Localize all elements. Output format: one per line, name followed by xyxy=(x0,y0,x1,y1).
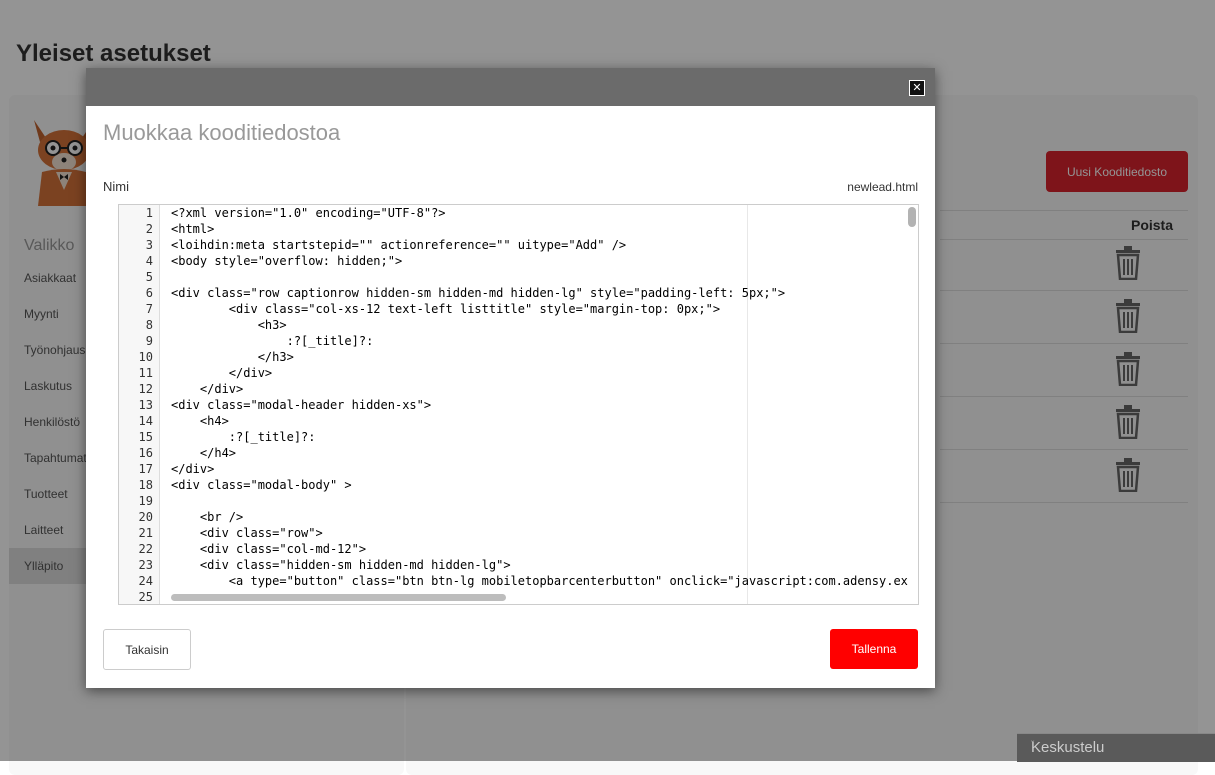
line-number: 12 xyxy=(138,382,153,396)
code-line: <div class="row captionrow hidden-sm hid… xyxy=(171,286,786,300)
edit-code-file-modal: ✕ Muokkaa kooditiedostoa Nimi newlead.ht… xyxy=(86,68,935,688)
code-line: <body style="overflow: hidden;"> xyxy=(171,254,403,268)
line-number: 24 xyxy=(138,574,153,588)
back-button[interactable]: Takaisin xyxy=(103,629,191,670)
close-icon[interactable]: ✕ xyxy=(909,80,925,96)
line-number: 23 xyxy=(138,558,153,572)
horizontal-scrollbar[interactable] xyxy=(171,594,506,601)
code-line: <loihdin:meta startstepid="" actionrefer… xyxy=(171,238,627,252)
code-line: </div> xyxy=(171,382,244,396)
line-number: 17 xyxy=(138,462,153,476)
chat-tab[interactable]: Keskustelu ˇ xyxy=(1017,733,1215,762)
line-number: 11 xyxy=(138,366,153,380)
line-number: 13 xyxy=(138,398,153,412)
code-line: :?[_title]?: xyxy=(171,334,374,348)
code-line: </div> xyxy=(171,462,215,476)
code-line: <h4> xyxy=(171,414,229,428)
vertical-scrollbar[interactable] xyxy=(908,207,916,227)
line-number: 20 xyxy=(138,510,153,524)
code-line: </div> xyxy=(171,366,273,380)
line-number: 7 xyxy=(145,302,153,316)
line-number: 14 xyxy=(138,414,153,428)
code-line: <div class="modal-header hidden-xs"> xyxy=(171,398,432,412)
line-number: 1 xyxy=(145,206,153,220)
line-number: 19 xyxy=(138,494,153,508)
line-number: 3 xyxy=(145,238,153,252)
code-line: </h4> xyxy=(171,446,237,460)
line-number: 10 xyxy=(138,350,153,364)
file-name-value: newlead.html xyxy=(847,180,918,194)
line-number: 16 xyxy=(138,446,153,460)
line-number-gutter: 1 2 3 4 5 6 7 8 9 10 11 12 13 14 15 16 17 18 19 20 21 22 23 24 2… xyxy=(119,205,160,604)
code-line: <div class="col-xs-12 text-left listtitl… xyxy=(171,302,721,316)
chevron-down-icon: ˇ xyxy=(1031,740,1035,751)
line-number: 8 xyxy=(145,318,153,332)
code-line: <?xml version="1.0" encoding="UTF-8"?> xyxy=(171,206,446,220)
line-number: 22 xyxy=(138,542,153,556)
line-number: 18 xyxy=(138,478,153,492)
print-margin xyxy=(747,205,748,604)
code-line: <br /> xyxy=(171,510,244,524)
code-line: <div class="col-md-12"> xyxy=(171,542,367,556)
code-editor[interactable]: 1 2 3 4 5 6 7 8 9 10 11 12 13 14 15 16 17 18 19 20 21 22 23 24 2… xyxy=(118,204,919,605)
line-number: 9 xyxy=(145,334,153,348)
modal-title: Muokkaa kooditiedostoa xyxy=(103,120,341,145)
save-button[interactable]: Tallenna xyxy=(830,629,918,669)
code-line: <h3> xyxy=(171,318,287,332)
line-number: 6 xyxy=(145,286,153,300)
name-label: Nimi xyxy=(103,179,129,194)
line-number: 15 xyxy=(138,430,153,444)
code-line: <html> xyxy=(171,222,215,236)
line-number: 25 xyxy=(138,590,153,604)
line-number: 2 xyxy=(145,222,153,236)
code-line: <a type="button" class="btn btn-lg mobil… xyxy=(171,574,908,588)
line-number: 21 xyxy=(138,526,153,540)
code-line: </h3> xyxy=(171,350,294,364)
line-number: 4 xyxy=(145,254,153,268)
modal-header-bar: ✕ xyxy=(86,68,935,106)
code-line: <div class="hidden-sm hidden-md hidden-l… xyxy=(171,558,511,572)
code-line: <div class="modal-body" > xyxy=(171,478,352,492)
code-line: <div class="row"> xyxy=(171,526,323,540)
line-number: 5 xyxy=(145,270,153,284)
code-line: :?[_title]?: xyxy=(171,430,316,444)
